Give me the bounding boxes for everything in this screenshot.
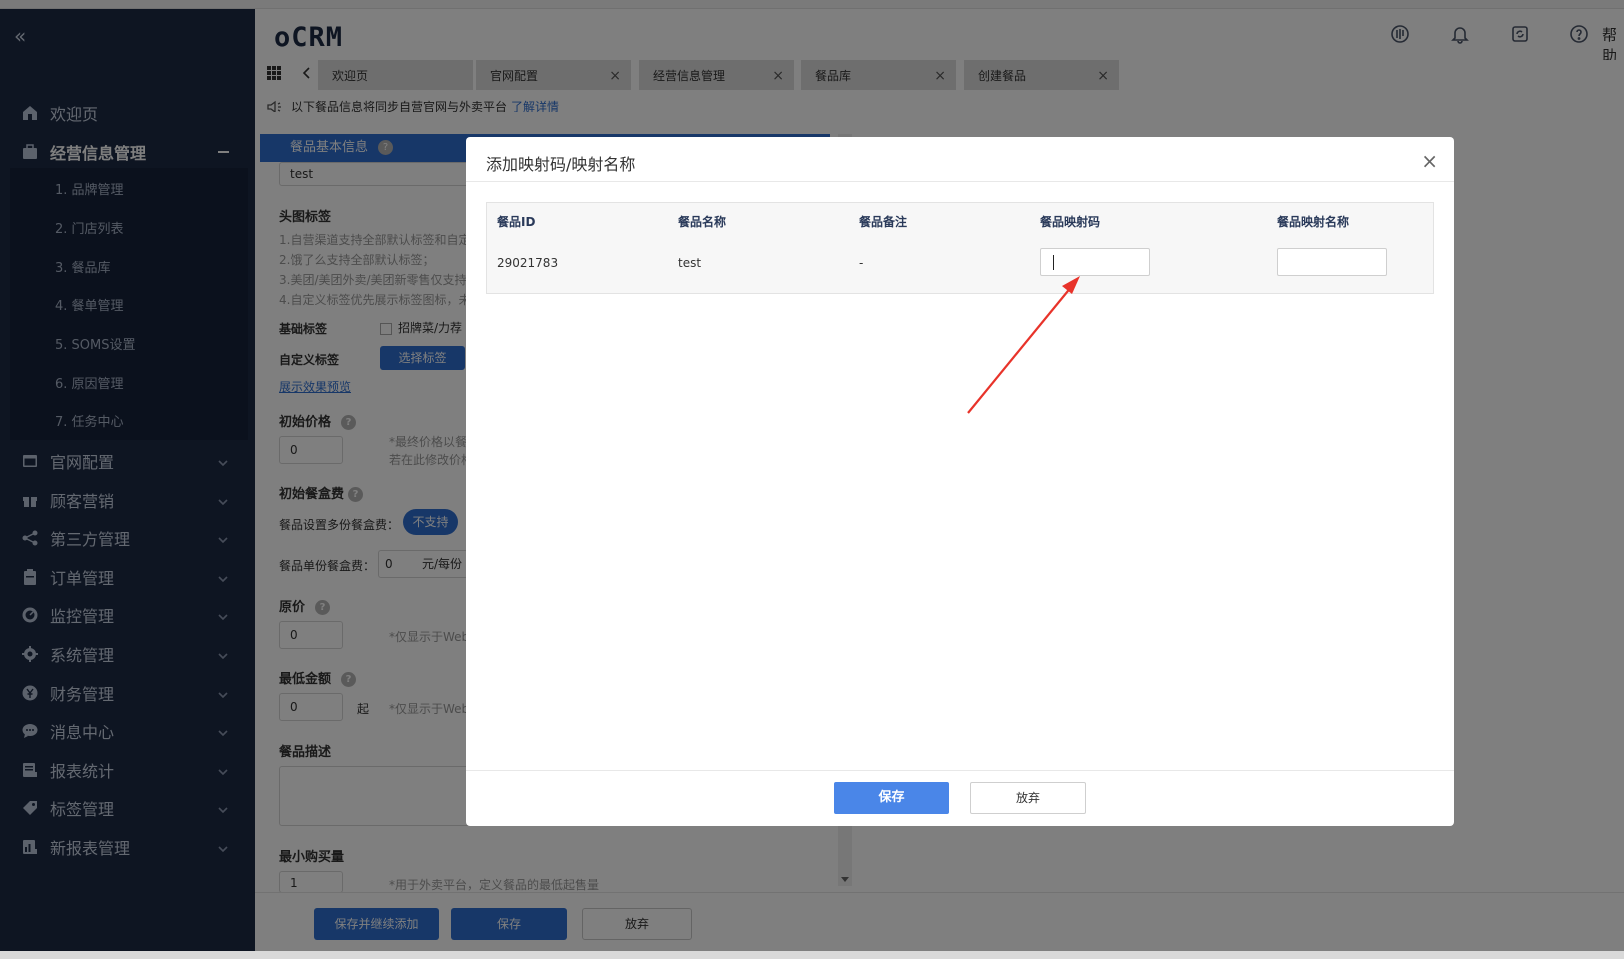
col-header-map-name: 餐品映射名称	[1277, 215, 1350, 229]
modal-save-button[interactable]: 保存	[834, 782, 949, 814]
col-header-id: 餐品ID	[497, 215, 536, 229]
cell-name: test	[678, 256, 702, 270]
cell-remark: -	[859, 256, 864, 270]
close-icon[interactable]: ×	[1421, 149, 1438, 173]
text-caret	[1053, 255, 1054, 270]
col-header-code: 餐品映射码	[1040, 215, 1101, 229]
modal-discard-button[interactable]: 放弃	[970, 782, 1086, 814]
taskbar-strip	[0, 951, 1624, 959]
mapping-table: 餐品ID 餐品名称 餐品备注 餐品映射码 餐品映射名称 29021783 tes…	[486, 202, 1434, 294]
modal-title: 添加映射码/映射名称	[486, 155, 636, 174]
cell-id: 29021783	[497, 256, 559, 270]
mapping-code-input[interactable]	[1040, 248, 1150, 276]
modal-footer-divider	[466, 770, 1454, 771]
mapping-modal: 添加映射码/映射名称 × 餐品ID 餐品名称 餐品备注 餐品映射码 餐品映射名称…	[466, 137, 1454, 826]
col-header-remark: 餐品备注	[859, 215, 908, 229]
mapping-name-input[interactable]	[1277, 248, 1387, 276]
modal-header-divider	[466, 181, 1454, 182]
col-header-name: 餐品名称	[678, 215, 727, 229]
